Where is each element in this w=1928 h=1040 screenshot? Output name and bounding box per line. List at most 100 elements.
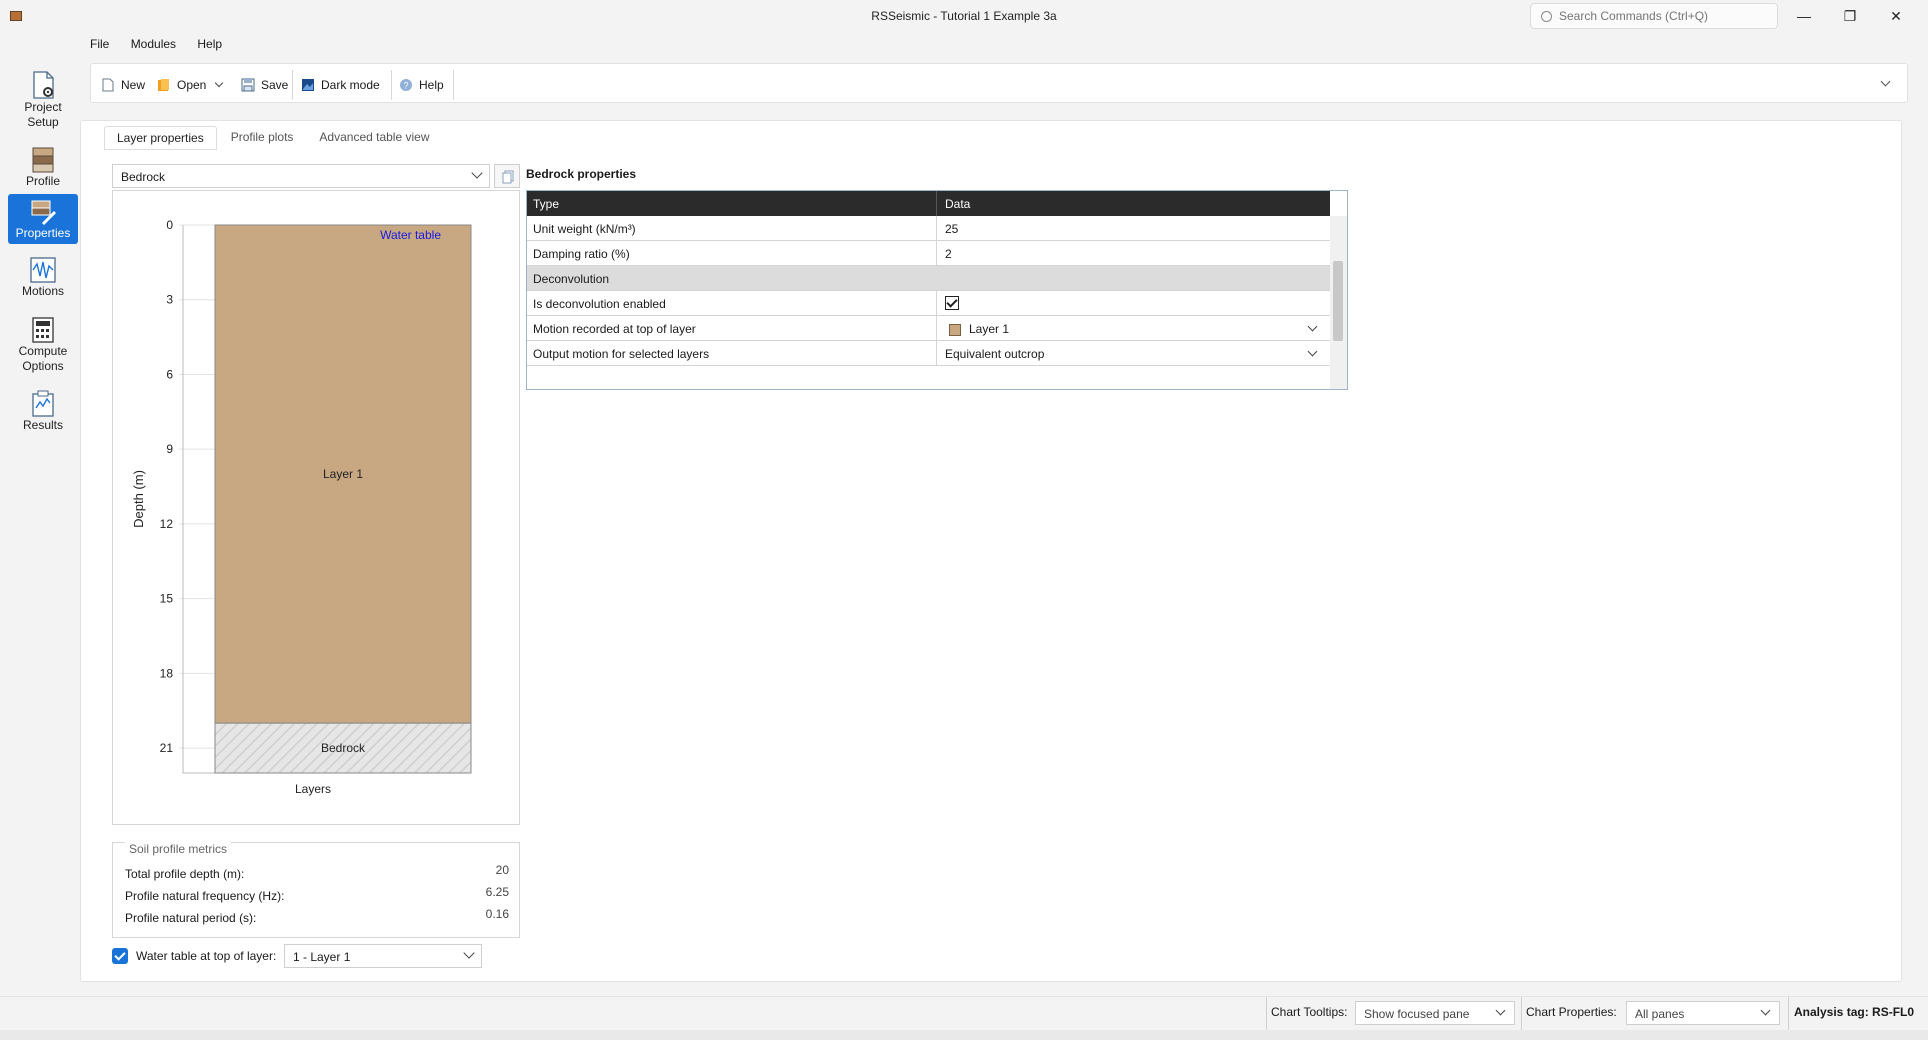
chevron-down-icon: [471, 167, 483, 179]
metrics-header: Soil profile metrics: [125, 842, 232, 856]
scrollbar-thumb[interactable]: [1333, 261, 1343, 341]
menu-help[interactable]: Help: [197, 37, 222, 51]
layer-select-value: Bedrock: [121, 170, 166, 184]
nav-properties[interactable]: Properties: [8, 194, 78, 244]
copy-button[interactable]: [494, 164, 520, 188]
column-header-data: Data: [945, 197, 971, 211]
open-button[interactable]: Open: [157, 75, 224, 95]
y-tick-label: 12: [160, 517, 174, 531]
y-tick-label: 6: [166, 367, 173, 381]
minimize-button[interactable]: —: [1781, 0, 1827, 32]
grid-row-deconvolution-enabled: Is deconvolution enabled: [527, 291, 1330, 316]
metric-value: 20: [495, 863, 509, 877]
deconvolution-enabled-checkbox[interactable]: [945, 295, 959, 310]
bottom-strip: [0, 1030, 1928, 1040]
motion-recorded-select[interactable]: Layer 1: [937, 316, 1330, 341]
nav-results[interactable]: Results: [8, 388, 78, 444]
motions-icon: [30, 257, 56, 283]
metric-value: 6.25: [485, 885, 509, 899]
dark-mode-label: Dark mode: [321, 78, 380, 92]
menu-modules[interactable]: Modules: [131, 37, 176, 51]
command-search-input[interactable]: [1559, 7, 1769, 25]
water-table-layer-select[interactable]: 1 - Layer 1: [284, 944, 482, 968]
new-button[interactable]: New: [101, 75, 145, 95]
unit-weight-input[interactable]: 25: [937, 216, 1330, 241]
water-table-label: Water table: [380, 228, 441, 242]
menu-file[interactable]: File: [90, 37, 109, 51]
deconvolution-enabled-cell: [937, 291, 1330, 316]
toolbar-expand-chevron-icon[interactable]: [1880, 76, 1891, 87]
new-label: New: [121, 78, 146, 92]
analysis-tag: Analysis tag: RS-FL0: [1794, 1005, 1915, 1019]
save-label: Save: [261, 78, 289, 92]
grid-row-output-motion: Output motion for selected layers Equiva…: [527, 341, 1330, 366]
compute-options-icon: [32, 317, 54, 343]
maximize-button[interactable]: ❐: [1827, 0, 1873, 32]
y-tick-label: 15: [160, 592, 174, 606]
properties-title: Bedrock properties: [526, 167, 637, 181]
help-icon: ?: [400, 79, 412, 91]
nav-project-setup[interactable]: Project Setup: [8, 66, 78, 136]
chart-tooltips-value: Show focused pane: [1364, 1007, 1470, 1021]
chevron-down-icon: [1495, 1005, 1506, 1016]
tab-profile-plots[interactable]: Profile plots: [219, 126, 306, 150]
nav-compute-options[interactable]: Compute Options: [8, 312, 78, 378]
column-header-type: Type: [527, 191, 937, 216]
grid-row-unit-weight: Unit weight (kN/m³) 25: [527, 216, 1330, 241]
status-bar: Chart Tooltips: Show focused pane Chart …: [0, 996, 1928, 1031]
group-label: Deconvolution: [533, 272, 610, 286]
grid-row-damping-ratio: Damping ratio (%) 2: [527, 241, 1330, 266]
y-axis-label: Depth (m): [131, 470, 146, 528]
grid-scrollbar[interactable]: [1330, 216, 1347, 389]
tab-advanced-table-view[interactable]: Advanced table view: [307, 126, 441, 150]
chart-properties-value: All panes: [1635, 1007, 1685, 1021]
metric-label: Profile natural frequency (Hz):: [125, 889, 285, 903]
chevron-down-icon[interactable]: [215, 78, 224, 88]
output-motion-select[interactable]: Equivalent outcrop: [937, 341, 1330, 366]
row-label: Output motion for selected layers: [527, 341, 937, 366]
nav-profile[interactable]: Profile: [8, 142, 78, 192]
layer-select[interactable]: Bedrock: [112, 164, 490, 188]
grid-group-deconvolution[interactable]: Deconvolution: [527, 266, 1330, 291]
chart-properties-select[interactable]: All panes: [1626, 1001, 1780, 1025]
help-button[interactable]: ? Help: [399, 75, 444, 95]
water-table-checkbox[interactable]: [112, 948, 128, 964]
statusbar-divider: [1266, 997, 1267, 1031]
motion-recorded-value: Layer 1: [969, 322, 1010, 336]
metric-value: 0.16: [485, 907, 509, 921]
tab-layer-properties[interactable]: Layer properties: [104, 126, 217, 150]
damping-ratio-input[interactable]: 2: [937, 241, 1330, 266]
row-label: Is deconvolution enabled: [527, 291, 937, 316]
y-tick-label: 18: [160, 666, 174, 680]
nav-motions[interactable]: Motions: [8, 252, 78, 308]
nav-results-label: Results: [22, 418, 63, 432]
water-table-label: Water table at top of layer:: [136, 949, 277, 963]
chevron-down-icon: [1307, 346, 1318, 357]
metric-label: Total profile depth (m):: [125, 867, 245, 881]
dark-mode-button[interactable]: Dark mode: [301, 75, 380, 95]
row-label: Motion recorded at top of layer: [527, 316, 937, 341]
metric-label: Profile natural period (s):: [125, 911, 257, 925]
new-file-icon: [102, 78, 114, 92]
nav-compute-options-label: Compute Options: [18, 344, 68, 373]
save-button[interactable]: Save: [241, 75, 288, 95]
title-bar: RSSeismic - Tutorial 1 Example 3a — ❐ ✕: [0, 0, 1928, 32]
close-button[interactable]: ✕: [1873, 0, 1919, 32]
command-search[interactable]: [1530, 3, 1778, 29]
layer-color-swatch: [949, 323, 961, 336]
chart-tooltips-select[interactable]: Show focused pane: [1355, 1001, 1515, 1025]
y-tick-label: 0: [166, 218, 173, 232]
toolbar-divider: [453, 70, 454, 100]
profile-chart[interactable]: 0 3 6 9 12 15 18 21 Layer 1 Bedrock Water table Dep…: [112, 190, 520, 825]
y-tick-label: 21: [160, 741, 174, 755]
toolbar-divider: [292, 70, 293, 100]
chart-properties-label: Chart Properties:: [1526, 1005, 1617, 1019]
module-tabs: Layer properties Profile plots Advanced …: [104, 126, 444, 150]
project-setup-icon: [33, 71, 54, 99]
x-axis-label: Layers: [295, 782, 331, 796]
nav-project-setup-label: Project Setup: [24, 100, 62, 129]
menu-bar: File Modules Help: [90, 37, 240, 55]
chevron-down-icon: [1307, 321, 1318, 332]
water-table-layer-value: 1 - Layer 1: [293, 950, 351, 964]
row-label: Damping ratio (%): [527, 241, 937, 266]
